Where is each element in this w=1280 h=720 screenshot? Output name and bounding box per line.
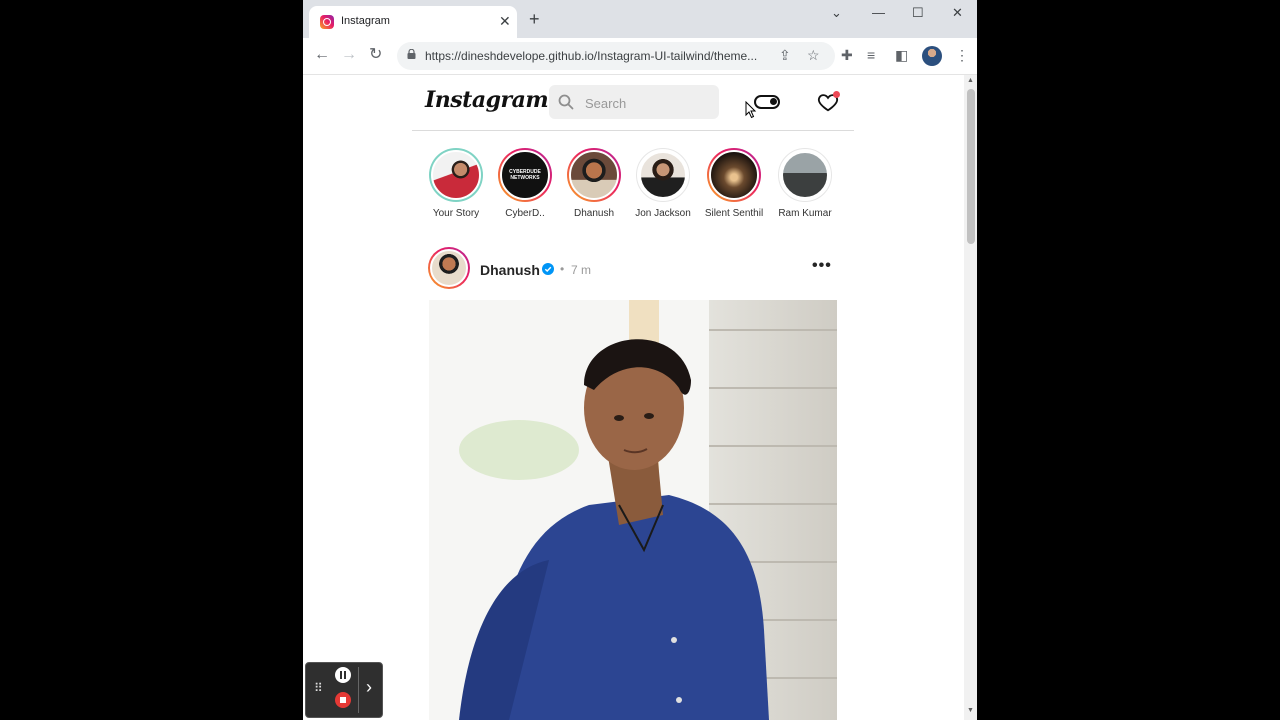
- story-avatar: [709, 150, 759, 200]
- story-label: Silent Senthil: [704, 208, 764, 219]
- story-ring: [778, 148, 832, 202]
- post-more-options-icon[interactable]: •••: [812, 257, 832, 275]
- extensions-puzzle-icon[interactable]: ✚: [841, 45, 853, 65]
- instagram-page: Instagram Your Story CYBERDUDE: [303, 75, 964, 720]
- post-username[interactable]: Dhanush: [480, 262, 540, 278]
- story-label: CyberD..: [505, 208, 545, 219]
- bookmark-star-icon[interactable]: ☆: [807, 47, 820, 64]
- drag-handle-icon[interactable]: ⠿: [314, 682, 323, 694]
- story-ring: [429, 148, 483, 202]
- minimize-button[interactable]: —: [872, 5, 885, 20]
- header-divider: [412, 130, 854, 131]
- expand-chevron-icon[interactable]: ›: [366, 677, 372, 698]
- recorder-divider: [358, 667, 359, 713]
- story-ring: [567, 148, 621, 202]
- url-text[interactable]: https://dineshdevelope.github.io/Instagr…: [425, 49, 757, 63]
- side-panel-icon[interactable]: ◧: [895, 45, 908, 65]
- page-scrollbar[interactable]: ▲ ▼: [964, 75, 977, 720]
- post-image[interactable]: [429, 300, 837, 720]
- story-silent-senthil[interactable]: Silent Senthil: [696, 148, 772, 219]
- post-separator: •: [560, 262, 565, 276]
- lock-icon[interactable]: [407, 49, 416, 59]
- tab-instagram[interactable]: Instagram ✕: [309, 6, 517, 38]
- forward-arrow-icon[interactable]: →: [341, 45, 357, 65]
- story-label: Your Story: [432, 208, 480, 219]
- story-label: Dhanush: [573, 208, 615, 219]
- maximize-button[interactable]: ☐: [912, 5, 924, 21]
- tab-close-icon[interactable]: ✕: [499, 12, 511, 30]
- story-label: Ram Kumar: [778, 208, 832, 219]
- stop-recording-button[interactable]: [335, 692, 351, 708]
- instagram-logo[interactable]: Instagram: [425, 87, 549, 113]
- story-jon-jackson[interactable]: Jon Jackson: [625, 148, 701, 219]
- back-arrow-icon[interactable]: ←: [314, 45, 330, 65]
- story-avatar: [569, 150, 619, 200]
- story-ring: CYBERDUDE NETWORKS: [498, 148, 552, 202]
- new-tab-button[interactable]: +: [529, 9, 540, 29]
- story-avatar: [639, 151, 687, 199]
- scroll-down-arrow-icon[interactable]: ▼: [967, 707, 974, 714]
- post-photo: [429, 300, 837, 720]
- post-author-avatar[interactable]: [428, 247, 470, 289]
- profile-avatar-icon[interactable]: [922, 46, 942, 66]
- mouse-cursor-icon: [745, 101, 757, 119]
- tab-strip: Instagram ✕ + ⌄ — ☐ ✕: [303, 0, 977, 38]
- theme-toggle-icon[interactable]: [754, 95, 780, 109]
- story-avatar: CYBERDUDE NETWORKS: [500, 150, 550, 200]
- story-label: Jon Jackson: [635, 208, 691, 219]
- reading-list-icon[interactable]: ≡: [867, 45, 875, 65]
- close-window-button[interactable]: ✕: [952, 5, 963, 21]
- notification-dot: [833, 91, 840, 98]
- instagram-favicon-icon: [320, 15, 334, 29]
- search-box[interactable]: [549, 85, 719, 119]
- post-timestamp: 7 m: [571, 263, 592, 277]
- scroll-up-arrow-icon[interactable]: ▲: [967, 77, 974, 84]
- reload-icon[interactable]: ↻: [369, 45, 382, 65]
- story-ring: [707, 148, 761, 202]
- address-bar[interactable]: https://dineshdevelope.github.io/Instagr…: [397, 42, 835, 70]
- verified-badge-icon: [542, 263, 554, 275]
- avatar: [430, 249, 468, 287]
- screen-recorder-widget: ⠿ ›: [305, 662, 383, 718]
- story-dhanush[interactable]: Dhanush: [556, 148, 632, 219]
- story-avatar: [431, 150, 481, 200]
- search-input[interactable]: [583, 92, 711, 114]
- pause-recording-button[interactable]: [335, 667, 351, 683]
- search-icon: [558, 94, 574, 110]
- share-icon[interactable]: ⇪: [779, 47, 791, 64]
- tab-search-chevron-icon[interactable]: ⌄: [831, 5, 842, 21]
- story-ram-kumar[interactable]: Ram Kumar: [767, 148, 843, 219]
- scroll-thumb[interactable]: [967, 89, 975, 244]
- story-avatar: [781, 151, 829, 199]
- browser-toolbar: ← → ↻ https://dineshdevelope.github.io/I…: [303, 38, 977, 75]
- story-ring: [636, 148, 690, 202]
- tab-title: Instagram: [341, 15, 390, 27]
- menu-kebab-icon[interactable]: ⋮: [955, 45, 969, 65]
- browser-window: Instagram ✕ + ⌄ — ☐ ✕ ← → ↻ https://dine…: [303, 0, 977, 720]
- story-cyberdude[interactable]: CYBERDUDE NETWORKS CyberD..: [487, 148, 563, 219]
- story-your-story[interactable]: Your Story: [418, 148, 494, 219]
